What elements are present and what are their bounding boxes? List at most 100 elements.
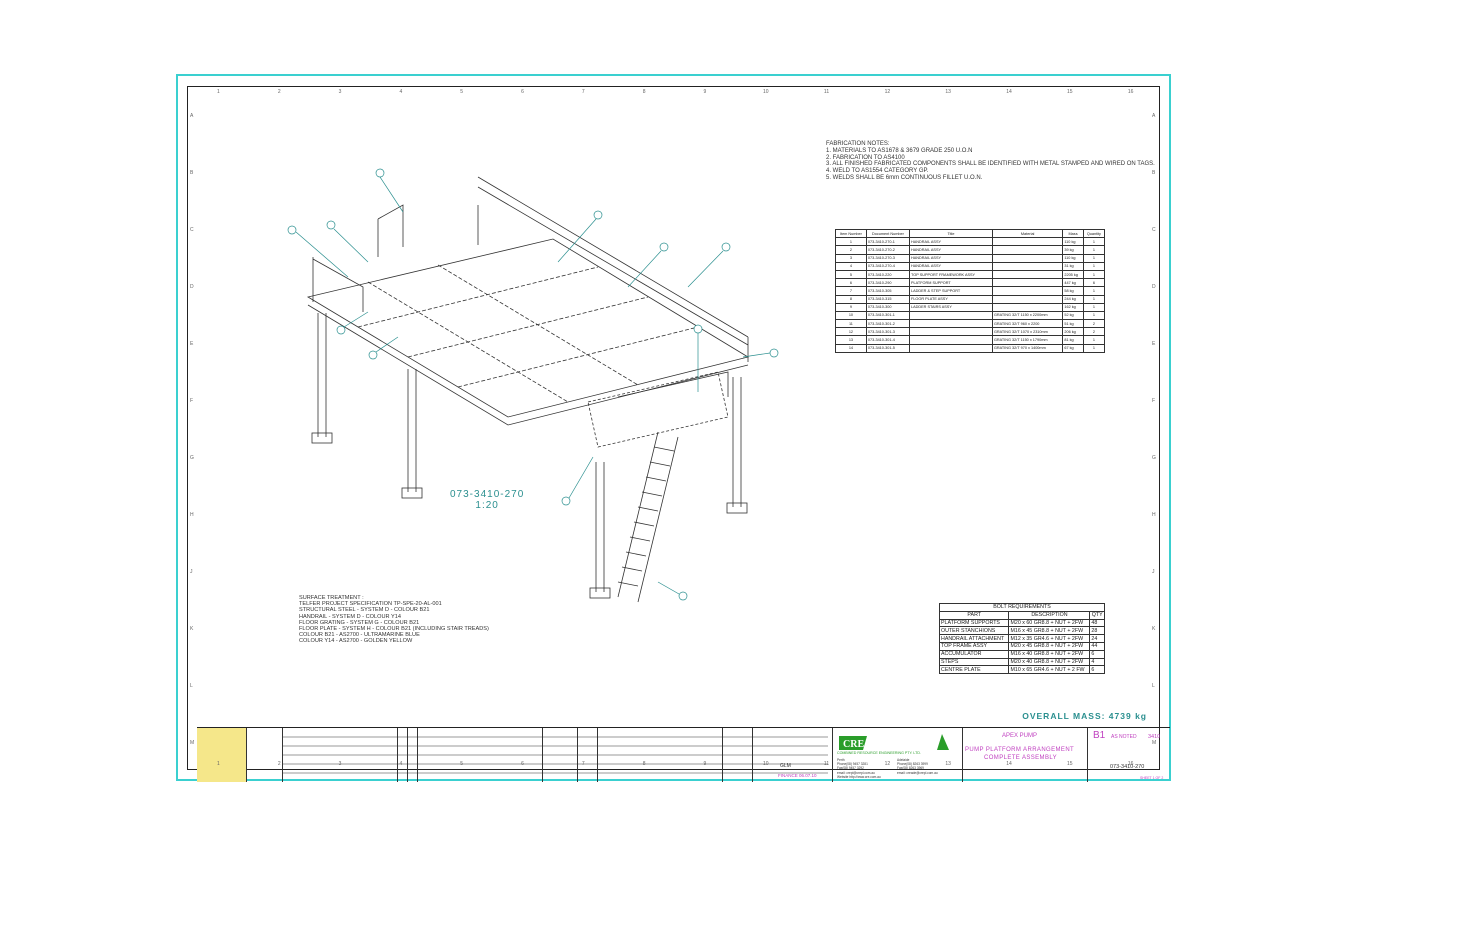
parts-cell <box>991 302 1064 312</box>
parts-header-cell: Mass <box>1062 228 1084 239</box>
view-drawing-number: 073-3410-270 <box>450 489 525 500</box>
parts-cell: 162 kg <box>1062 302 1084 312</box>
parts-cell: 52 kg <box>1062 310 1084 321</box>
bolt-cell: 24 <box>1089 634 1105 643</box>
zone-label: 5 <box>460 761 464 767</box>
parts-cell: 14 <box>835 343 867 353</box>
support-column-2 <box>407 369 417 492</box>
parts-cell: 073-3410-270-3 <box>865 253 911 263</box>
parts-header-cell: Quantity <box>1082 228 1106 239</box>
fabrication-note: 3. ALL FINISHED FABRICATED COMPONENTS SH… <box>826 161 1155 168</box>
bolt-row: OUTER STANCHIONS M16 x 45 GR8.8 + NUT + 2… <box>938 626 1105 636</box>
parts-cell: 1 <box>1082 310 1106 321</box>
parts-cell: 1 <box>1082 335 1106 345</box>
parts-cell: 206 kg <box>1062 327 1084 337</box>
parts-cell: 13 <box>835 335 867 345</box>
parts-cell: 2205 kg <box>1062 269 1084 280</box>
parts-cell: 073-3410-315 <box>865 294 911 304</box>
contact-line: Website http://www.cre.com.au <box>837 774 881 779</box>
zone-label: 14 <box>1006 761 1012 767</box>
zone-label: 15 <box>1067 761 1073 767</box>
drawing-border: 1 2 3 4 5 6 7 8 9 10 11 12 13 14 15 16 ABCDEFGHJKLM ABC… <box>187 86 1170 782</box>
parts-cell: 073-3410-305 <box>865 286 911 296</box>
parts-cell <box>991 269 1064 280</box>
zone-label: 1 <box>217 761 220 767</box>
parts-cell: 31 kg <box>1062 261 1084 271</box>
parts-cell: PLATFORM SUPPORT <box>909 278 993 288</box>
bolt-header-cell: QTY <box>1089 610 1105 620</box>
bolt-table-title: BOLT REQUIREMENTS <box>939 603 1105 612</box>
parts-cell: 073-3410-220 <box>865 269 911 280</box>
parts-row: 1 073-3410-270-1 HANDRAIL ASSY 110 kg 1 <box>835 237 1106 247</box>
parts-cell: GRATING 32/T 970 x 1400mm <box>991 343 1064 353</box>
zone-label: 6 <box>521 761 524 767</box>
bolt-cell: 6 <box>1089 665 1105 675</box>
parts-cell: 244 kg <box>1062 294 1084 304</box>
parts-cell: 073-3410-270-2 <box>865 245 911 255</box>
parts-row: 3 073-3410-270-3 HANDRAIL ASSY 110 kg 1 <box>835 253 1106 263</box>
parts-cell: 073-3410-301-4 <box>865 335 911 345</box>
stair-treads <box>617 446 675 587</box>
drawing-title-line1: PUMP PLATFORM ARRANGEMENT <box>965 747 1075 753</box>
zone-label: 4 <box>399 761 403 767</box>
parts-cell: 073-3410-300 <box>865 302 911 312</box>
bolt-cell: ACCUMULATOR <box>938 649 1010 659</box>
parts-cell: 1 <box>1082 261 1106 271</box>
fabrication-note: 2. FABRICATION TO AS4100 <box>826 154 905 161</box>
bolt-cell: CENTRE PLATE <box>938 665 1010 675</box>
zone-label: 2 <box>277 761 281 767</box>
view-scale: 1:20 <box>475 500 499 511</box>
bolt-row: HANDRAIL ATTACHMENT M12 x 35 GR4.6 + NUT … <box>938 634 1105 643</box>
bolt-cell: M20 x 40 GR8.8 + NUT + 2FW <box>1008 657 1091 667</box>
parts-row: 5 073-3410-220 TOP SUPPORT FRAMEWORK ASSY 2… <box>835 269 1106 280</box>
bolt-cell: 4 <box>1089 657 1105 667</box>
bolt-cell: M16 x 40 GR8.8 + NUT + 2FW <box>1008 649 1091 659</box>
parts-header-cell: Title <box>909 228 993 239</box>
parts-cell: 1 <box>1082 286 1106 296</box>
zone-label: 8 <box>642 761 646 767</box>
parts-list-table: Item Number Document Number Title Material M… <box>835 228 1106 353</box>
project-name: APEX PUMP <box>1002 733 1038 739</box>
parts-cell: 7 <box>835 286 867 296</box>
parts-cell: GRATING 32/T 1150 x 1790mm <box>991 335 1064 345</box>
parts-row: 2 073-3410-270-2 HANDRAIL ASSY 39 kg 1 <box>835 245 1106 255</box>
bolt-cell: M12 x 35 GR4.6 + NUT + 2FW <box>1008 634 1091 643</box>
parts-cell: 073-3410-301-2 <box>865 319 911 329</box>
parts-cell: 073-3410-301-5 <box>865 343 911 353</box>
parts-row: 6 073-3410-290 PLATFORM SUPPORT 447 kg 6 <box>835 278 1106 288</box>
parts-cell: 58 kg <box>1062 286 1084 296</box>
parts-cell: 12 <box>835 327 867 337</box>
parts-cell: 3 <box>835 253 867 263</box>
bolt-cell: TOP FRAME ASSY <box>938 641 1010 651</box>
revision-grid <box>283 736 828 774</box>
parts-cell: 51 kg <box>1062 319 1084 329</box>
parts-cell <box>991 294 1064 304</box>
parts-cell <box>909 327 993 337</box>
parts-cell: LADDER STAIRS ASSY <box>909 302 993 312</box>
parts-cell <box>991 278 1064 288</box>
zone-label: 3 <box>338 761 342 767</box>
zone-ruler-bottom: 1 2 3 4 5 6 7 8 9 10 11 12 13 14 15 16 <box>188 759 1159 769</box>
parts-cell: 81 kg <box>1062 335 1084 345</box>
parts-cell: 4 <box>835 261 867 271</box>
drawing-series: 3410 <box>1148 734 1161 740</box>
parts-cell: 447 kg <box>1062 278 1084 288</box>
fabrication-note: FABRICATION NOTES: <box>826 141 890 147</box>
sheet-size: B1 <box>1093 730 1106 741</box>
parts-cell: HANDRAIL ASSY <box>909 261 993 271</box>
floor-plate-outline <box>587 371 729 448</box>
parts-header-cell: Item Number <box>835 228 867 239</box>
parts-cell: HANDRAIL ASSY <box>909 237 993 247</box>
parts-cell: HANDRAIL ASSY <box>909 245 993 255</box>
overall-mass: OVERALL MASS: 4739 kg <box>1022 711 1147 721</box>
bolt-cell: 28 <box>1089 626 1105 636</box>
bolt-requirements-table: BOLT REQUIREMENTS PART DESCRIPTION QTY PLA… <box>938 603 1105 675</box>
bolt-cell: HANDRAIL ATTACHMENT <box>938 634 1010 643</box>
parts-cell: 1 <box>835 237 867 247</box>
bolt-cell: M20 x 60 GR8.8 + NUT + 2FW <box>1008 618 1091 628</box>
base-plate <box>311 432 333 444</box>
bolt-row: ACCUMULATOR M16 x 40 GR8.8 + NUT + 2FW 6 <box>938 649 1105 659</box>
zone-label: 9 <box>703 761 707 767</box>
parts-row: 9 073-3410-300 LADDER STAIRS ASSY 162 kg 1 <box>835 302 1106 312</box>
bolt-cell: STEPS <box>938 657 1010 667</box>
